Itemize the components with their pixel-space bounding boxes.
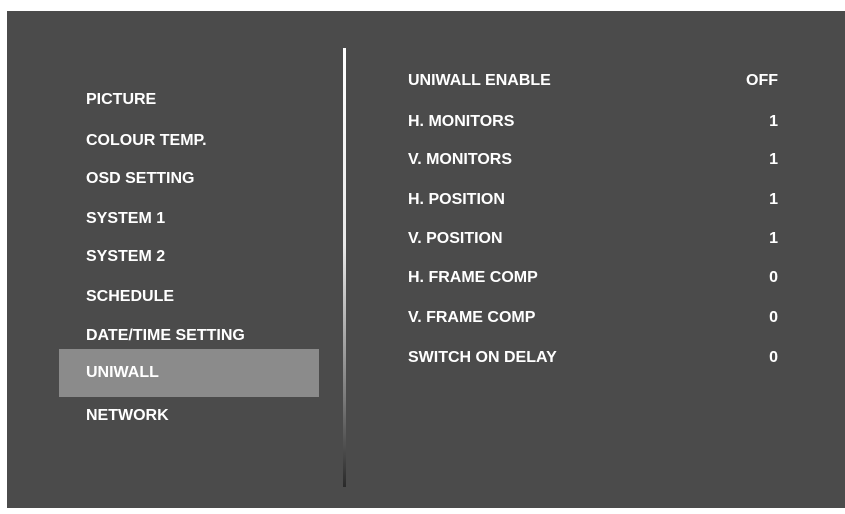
setting-h-position[interactable]: H. POSITION 1	[408, 182, 778, 218]
setting-label: V. MONITORS	[408, 151, 513, 168]
setting-v-monitors[interactable]: V. MONITORS 1	[408, 142, 778, 178]
setting-switch-on-delay[interactable]: SWITCH ON DELAY 0	[408, 340, 778, 376]
setting-h-frame-comp[interactable]: H. FRAME COMP 0	[408, 260, 778, 296]
menu-item-schedule[interactable]: SCHEDULE	[59, 277, 319, 317]
setting-label: V. FRAME COMP	[408, 309, 536, 326]
osd-menu-panel: PICTURE COLOUR TEMP. OSD SETTING SYSTEM …	[7, 11, 845, 508]
main-menu: PICTURE COLOUR TEMP. OSD SETTING SYSTEM …	[7, 11, 327, 508]
setting-label: H. FRAME COMP	[408, 269, 538, 286]
menu-item-picture[interactable]: PICTURE	[59, 80, 319, 120]
menu-item-system-1[interactable]: SYSTEM 1	[59, 199, 319, 239]
setting-uniwall-enable[interactable]: UNIWALL ENABLE OFF	[408, 63, 778, 99]
setting-value: 0	[769, 309, 778, 326]
setting-value: 0	[769, 349, 778, 366]
menu-item-system-2[interactable]: SYSTEM 2	[59, 237, 319, 277]
setting-label: V. POSITION	[408, 230, 503, 247]
menu-item-osd-setting[interactable]: OSD SETTING	[59, 159, 319, 199]
setting-v-frame-comp[interactable]: V. FRAME COMP 0	[408, 300, 778, 336]
setting-label: SWITCH ON DELAY	[408, 349, 557, 366]
setting-label: H. MONITORS	[408, 113, 515, 130]
setting-value: OFF	[746, 72, 778, 89]
setting-v-position[interactable]: V. POSITION 1	[408, 221, 778, 257]
setting-value: 1	[769, 230, 778, 247]
menu-item-colour-temp[interactable]: COLOUR TEMP.	[59, 121, 319, 161]
setting-value: 1	[769, 191, 778, 208]
menu-item-network[interactable]: NETWORK	[59, 396, 319, 436]
setting-value: 0	[769, 269, 778, 286]
menu-item-uniwall[interactable]: UNIWALL	[59, 349, 319, 397]
setting-label: H. POSITION	[408, 191, 505, 208]
setting-value: 1	[769, 113, 778, 130]
setting-value: 1	[769, 151, 778, 168]
menu-divider	[343, 48, 346, 487]
setting-h-monitors[interactable]: H. MONITORS 1	[408, 104, 778, 140]
setting-label: UNIWALL ENABLE	[408, 72, 551, 89]
